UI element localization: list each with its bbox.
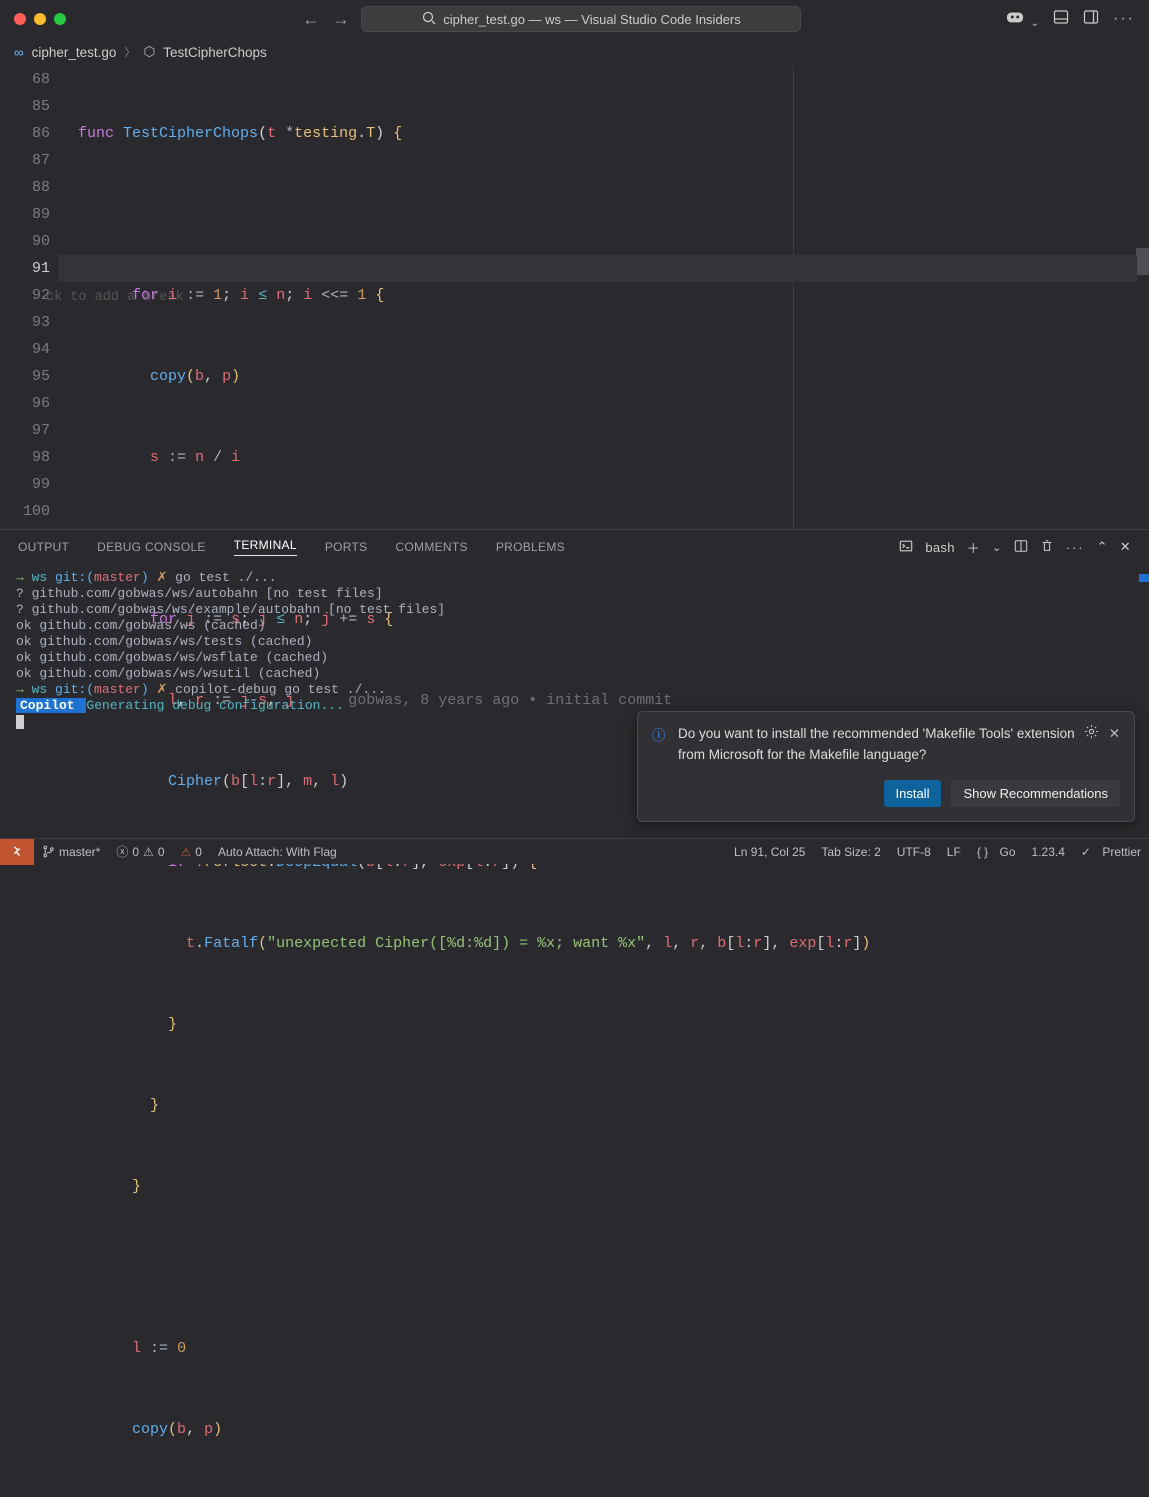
terminal-line: → ws git:(master) ✗ go test ./...: [16, 570, 1133, 586]
layout-sidebar-icon[interactable]: [1083, 9, 1099, 30]
line-number[interactable]: 93: [0, 309, 50, 336]
line-number[interactable]: 85: [0, 93, 50, 120]
breadcrumb-symbol[interactable]: TestCipherChops: [163, 45, 267, 60]
code-line[interactable]: [78, 201, 1149, 228]
line-number[interactable]: 87: [0, 147, 50, 174]
minimize-window-icon[interactable]: [34, 13, 46, 25]
line-number[interactable]: 92: [0, 282, 50, 309]
line-number[interactable]: 68: [0, 66, 50, 93]
symbol-icon: ⬡: [143, 44, 155, 60]
statusbar: master* ⓧ0 ⚠0 ⚠0 Auto Attach: With Flag …: [0, 838, 1149, 864]
code-editor[interactable]: 68 85 86 87 88 89 90 91 92 93 94 95 96 9…: [0, 66, 1149, 529]
terminal-line: ok github.com/gobwas/ws/wsutil (cached): [16, 666, 1133, 682]
code-line[interactable]: l := 0: [78, 1335, 1149, 1362]
command-center-title: cipher_test.go — ws — Visual Studio Code…: [443, 12, 740, 27]
breadcrumb[interactable]: ∞ cipher_test.go 〉 ⬡ TestCipherChops: [0, 38, 1149, 66]
toast-message: Do you want to install the recommended '…: [678, 724, 1076, 766]
status-problems[interactable]: ⓧ0 ⚠0: [108, 843, 172, 860]
layout-panel-icon[interactable]: [1053, 9, 1069, 30]
forward-icon[interactable]: →: [329, 9, 353, 30]
status-eol[interactable]: LF: [939, 845, 969, 859]
remote-button[interactable]: [0, 839, 34, 865]
line-number[interactable]: 100: [0, 498, 50, 525]
line-number[interactable]: 99: [0, 471, 50, 498]
copilot-badge: Copilot: [16, 698, 86, 713]
status-go-version[interactable]: 1.23.4: [1024, 845, 1073, 859]
line-number[interactable]: 86: [0, 120, 50, 147]
line-number[interactable]: 97: [0, 417, 50, 444]
status-auto-attach[interactable]: Auto Attach: With Flag: [210, 845, 345, 859]
code-line[interactable]: for i := 1; i ≤ n; i <<= 1 {: [78, 282, 1149, 309]
status-warning-orange[interactable]: ⚠0: [173, 845, 210, 859]
line-number[interactable]: 98: [0, 444, 50, 471]
code-line[interactable]: t.Fatalf("unexpected Cipher([%d:%d]) = %…: [78, 930, 1149, 957]
more-icon[interactable]: ···: [1113, 10, 1135, 28]
close-toast-icon[interactable]: ✕: [1109, 724, 1120, 746]
maximize-window-icon[interactable]: [54, 13, 66, 25]
status-lncol[interactable]: Ln 91, Col 25: [726, 845, 813, 859]
line-number[interactable]: 88: [0, 174, 50, 201]
window-controls: [14, 13, 66, 25]
code-line[interactable]: }: [78, 1092, 1149, 1119]
code-line[interactable]: func TestCipherChops(t *testing.T) {: [78, 120, 1149, 147]
terminal-line: ok github.com/gobwas/ws/wsflate (cached): [16, 650, 1133, 666]
recommendation-toast: ⓘ Do you want to install the recommended…: [637, 711, 1135, 822]
line-number[interactable]: 96: [0, 390, 50, 417]
show-recommendations-button[interactable]: Show Recommendations: [951, 780, 1120, 807]
copilot-icon[interactable]: ⌄: [1004, 8, 1039, 31]
code-line[interactable]: [78, 1254, 1149, 1281]
code-line[interactable]: copy(b, p): [78, 363, 1149, 390]
command-center[interactable]: cipher_test.go — ws — Visual Studio Code…: [361, 6, 801, 32]
search-icon: [421, 10, 437, 29]
line-number[interactable]: 90: [0, 228, 50, 255]
status-branch[interactable]: master*: [34, 845, 108, 859]
code-line[interactable]: }: [78, 1173, 1149, 1200]
line-number[interactable]: 94: [0, 336, 50, 363]
code-line[interactable]: }: [78, 1011, 1149, 1038]
close-window-icon[interactable]: [14, 13, 26, 25]
terminal-line: ok github.com/gobwas/ws (cached): [16, 618, 1133, 634]
titlebar: ← → cipher_test.go — ws — Visual Studio …: [0, 0, 1149, 38]
tab-output[interactable]: OUTPUT: [18, 540, 69, 554]
line-number[interactable]: 89: [0, 201, 50, 228]
gear-icon[interactable]: [1084, 724, 1099, 746]
terminal-line: → ws git:(master) ✗ copilot-debug go tes…: [16, 682, 1133, 698]
terminal-line: ok github.com/gobwas/ws/tests (cached): [16, 634, 1133, 650]
nav-arrows: ← →: [299, 9, 353, 30]
code-line[interactable]: copy(b, p): [78, 1416, 1149, 1443]
terminal-line: ? github.com/gobwas/ws/example/autobahn …: [16, 602, 1133, 618]
chevron-right-icon: 〉: [124, 44, 135, 60]
status-encoding[interactable]: UTF-8: [889, 845, 939, 859]
breadcrumb-file[interactable]: cipher_test.go: [32, 45, 117, 60]
back-icon[interactable]: ←: [299, 9, 323, 30]
terminal-line: ? github.com/gobwas/ws/autobahn [no test…: [16, 586, 1133, 602]
status-language[interactable]: { } Go: [969, 845, 1024, 859]
info-icon: ⓘ: [652, 726, 670, 747]
line-number[interactable]: 91: [0, 255, 50, 282]
terminal-cursor: [16, 715, 24, 729]
code-line[interactable]: s := n / i: [78, 444, 1149, 471]
go-file-icon: ∞: [14, 45, 24, 60]
install-button[interactable]: Install: [884, 780, 942, 807]
code-line[interactable]: [78, 525, 1149, 552]
status-prettier[interactable]: ✓ Prettier: [1073, 845, 1149, 859]
terminal-scroll-indicator[interactable]: [1139, 574, 1149, 582]
line-number[interactable]: 95: [0, 363, 50, 390]
status-tabsize[interactable]: Tab Size: 2: [813, 845, 888, 859]
